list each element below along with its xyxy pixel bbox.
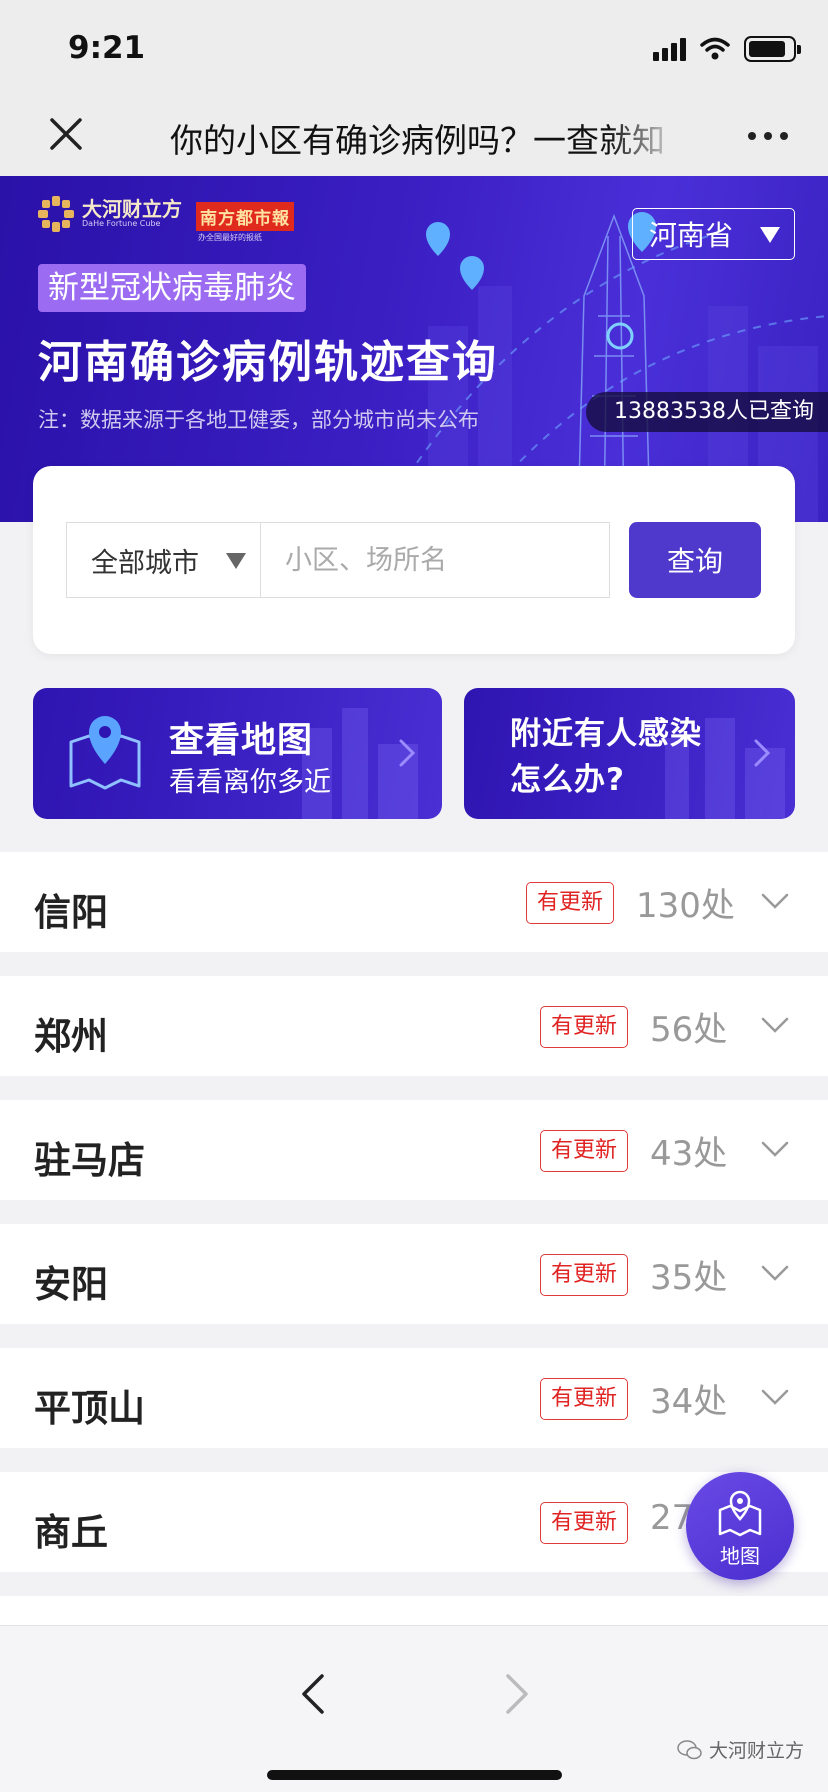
city-name: 驻马店 bbox=[34, 1139, 145, 1182]
chevron-right-icon bbox=[754, 739, 771, 767]
battery-icon bbox=[744, 36, 801, 62]
update-badge: 有更新 bbox=[526, 882, 615, 924]
status-time: 9:21 bbox=[68, 30, 146, 66]
page-title: 你的小区有确诊病例吗？一查就知 bbox=[170, 121, 665, 160]
chevron-down-icon[interactable] bbox=[760, 892, 790, 910]
location-count: 34处 bbox=[650, 1382, 728, 1422]
floating-map-label: 地图 bbox=[720, 1544, 760, 1568]
search-card: 全部城市 查询 bbox=[33, 466, 795, 654]
map-pin-icon bbox=[69, 716, 141, 790]
chevron-down-icon[interactable] bbox=[760, 1016, 790, 1034]
city-name: 平顶山 bbox=[34, 1387, 145, 1430]
watermark-text: 大河财立方 bbox=[708, 1740, 804, 1762]
bottom-toolbar: 大河财立方 bbox=[0, 1625, 828, 1792]
map-pin-icon bbox=[718, 1490, 762, 1537]
banner-title: 河南确诊病例轨迹查询 bbox=[38, 337, 498, 388]
province-select[interactable]: 河南省 bbox=[632, 208, 795, 260]
view-map-card[interactable]: 查看地图 看看离你多近 bbox=[33, 688, 442, 819]
city-select[interactable]: 全部城市 bbox=[66, 522, 260, 598]
brand-logo-icon bbox=[38, 196, 74, 232]
triangle-down-icon bbox=[226, 553, 246, 569]
data-source-note: 注：数据来源于各地卫健委，部分城市尚未公布 bbox=[38, 408, 479, 432]
home-indicator bbox=[267, 1770, 562, 1780]
more-icon[interactable] bbox=[748, 132, 788, 140]
update-badge: 有更新 bbox=[540, 1502, 629, 1544]
location-count: 35处 bbox=[650, 1258, 728, 1298]
chevron-down-icon[interactable] bbox=[760, 1264, 790, 1282]
update-badge: 有更新 bbox=[540, 1006, 629, 1048]
city-row-partial bbox=[0, 1596, 828, 1625]
wifi-icon bbox=[700, 37, 730, 60]
battery-level bbox=[749, 41, 785, 57]
location-count: 43处 bbox=[650, 1134, 728, 1174]
city-name: 商丘 bbox=[34, 1511, 108, 1554]
city-name: 郑州 bbox=[34, 1015, 108, 1058]
view-map-subtitle: 看看离你多近 bbox=[169, 767, 331, 798]
signal-icon bbox=[653, 37, 686, 61]
watermark: 大河财立方 bbox=[677, 1736, 804, 1763]
floating-map-button[interactable]: 地图 bbox=[686, 1472, 794, 1580]
status-bar: 9:21 bbox=[0, 0, 828, 96]
chevron-right-icon bbox=[399, 739, 416, 767]
city-row[interactable]: 驻马店 有更新 43处 bbox=[0, 1100, 828, 1200]
update-badge: 有更新 bbox=[540, 1130, 629, 1172]
back-icon[interactable] bbox=[298, 1672, 328, 1716]
province-select-value: 河南省 bbox=[649, 219, 734, 252]
nearby-infection-title-line1: 附近有人感染 bbox=[510, 716, 702, 752]
city-name: 信阳 bbox=[34, 891, 108, 934]
location-count: 56处 bbox=[650, 1010, 728, 1050]
view-map-title: 查看地图 bbox=[169, 721, 314, 761]
chevron-down-icon[interactable] bbox=[760, 1140, 790, 1158]
forward-icon[interactable] bbox=[502, 1672, 532, 1716]
city-row[interactable]: 郑州 有更新 56处 bbox=[0, 976, 828, 1076]
topic-tag: 新型冠状病毒肺炎 bbox=[38, 264, 306, 312]
location-count: 130处 bbox=[636, 886, 735, 926]
nav-bar: 你的小区有确诊病例吗？一查就知 bbox=[0, 96, 828, 176]
wechat-icon bbox=[677, 1739, 702, 1759]
close-icon[interactable] bbox=[44, 112, 88, 156]
newspaper-slogan: 办全国最好的报纸 bbox=[198, 233, 262, 242]
city-select-value: 全部城市 bbox=[91, 547, 199, 579]
query-count-badge: 13883538人已查询 bbox=[586, 392, 828, 432]
city-name: 安阳 bbox=[34, 1263, 108, 1306]
city-row[interactable]: 安阳 有更新 35处 bbox=[0, 1224, 828, 1324]
update-badge: 有更新 bbox=[540, 1378, 629, 1420]
city-row[interactable]: 信阳 有更新 130处 bbox=[0, 852, 828, 952]
status-icons bbox=[653, 36, 801, 62]
update-badge: 有更新 bbox=[540, 1254, 629, 1296]
nearby-infection-title-line2: 怎么办? bbox=[510, 762, 625, 798]
brand-logo: 大河财立方 DaHe Fortune Cube bbox=[38, 196, 182, 232]
chevron-down-icon[interactable] bbox=[760, 1388, 790, 1406]
nearby-infection-card[interactable]: 附近有人感染 怎么办? bbox=[464, 688, 795, 819]
city-row[interactable]: 平顶山 有更新 34处 bbox=[0, 1348, 828, 1448]
newspaper-logo: 南方都市報 bbox=[196, 202, 294, 231]
triangle-down-icon bbox=[760, 227, 780, 243]
brand-name: 大河财立方 bbox=[82, 197, 182, 221]
search-input[interactable] bbox=[260, 522, 610, 598]
search-button[interactable]: 查询 bbox=[629, 522, 761, 598]
